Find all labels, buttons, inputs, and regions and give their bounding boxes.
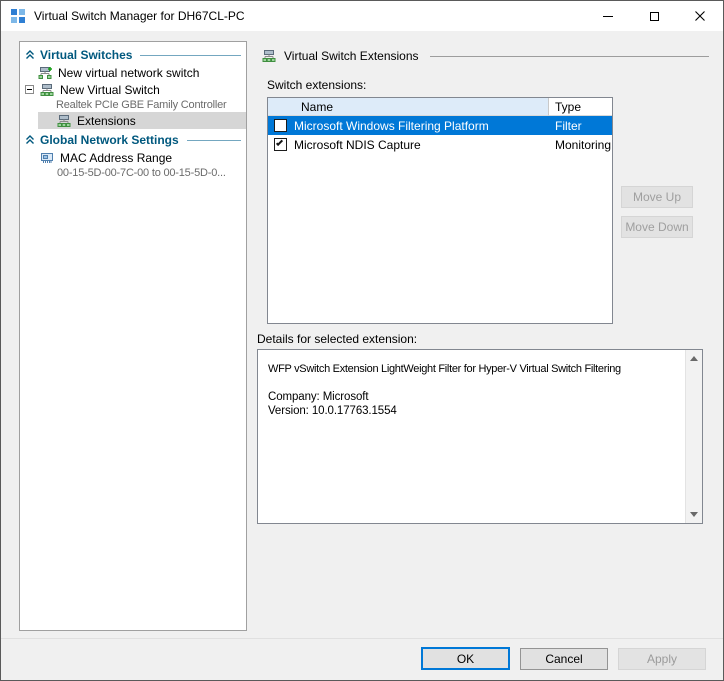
mac-chip-icon (39, 150, 55, 166)
virtual-switch-icon (261, 48, 277, 64)
table-cell-name: Microsoft NDIS Capture (268, 138, 549, 152)
main-header-title: Virtual Switch Extensions (284, 49, 419, 63)
details-scrollbar[interactable] (685, 350, 702, 523)
table-row[interactable]: Microsoft Windows Filtering Platform Fil… (268, 116, 612, 135)
header-rule (430, 56, 709, 57)
titlebar: Virtual Switch Manager for DH67CL-PC (1, 1, 723, 31)
extension-version: Version: 10.0.17763.1554 (268, 404, 681, 418)
extension-type: Filter (549, 119, 612, 133)
details-content: WFP vSwitch Extension LightWeight Filter… (258, 350, 685, 523)
move-down-button[interactable]: Move Down (621, 216, 693, 238)
extension-name: Microsoft Windows Filtering Platform (294, 119, 489, 133)
checkbox-checked[interactable] (274, 138, 287, 151)
section-global-network-settings[interactable]: Global Network Settings (20, 131, 246, 149)
sidebar-item-label: New Virtual Switch (60, 83, 160, 97)
sidebar-item-label: MAC Address Range (60, 151, 172, 165)
extension-name: Microsoft NDIS Capture (294, 138, 421, 152)
window-controls (585, 1, 723, 31)
maximize-button[interactable] (631, 1, 677, 31)
sidebar-item-sublabel[interactable]: 00-15-5D-00-7C-00 to 00-15-5D-0... (20, 166, 246, 180)
checkbox-unchecked[interactable] (274, 119, 287, 132)
section-rule (140, 55, 241, 56)
switch-extensions-label: Switch extensions: (267, 78, 366, 92)
section-label: Global Network Settings (40, 133, 179, 147)
extension-description: WFP vSwitch Extension LightWeight Filter… (268, 362, 681, 376)
footer-separator (1, 638, 723, 639)
sidebar-item-label: New virtual network switch (58, 66, 199, 80)
minimize-icon (603, 16, 613, 17)
column-header-type[interactable]: Type (549, 98, 612, 116)
scroll-up-button[interactable] (686, 350, 702, 367)
main-panel-header: Virtual Switch Extensions (261, 47, 709, 65)
sidebar-item-extensions[interactable]: Extensions (38, 112, 246, 129)
virtual-switch-icon (39, 82, 55, 98)
ok-button[interactable]: OK (421, 647, 510, 670)
apply-button[interactable]: Apply (618, 648, 706, 670)
virtual-switch-icon (56, 113, 72, 129)
section-label: Virtual Switches (40, 48, 132, 62)
extension-company: Company: Microsoft (268, 390, 681, 404)
sidebar-item-mac-address-range[interactable]: MAC Address Range (20, 149, 246, 166)
sidebar-item-new-virtual-switch[interactable]: New Virtual Switch (20, 81, 246, 98)
check-icon (276, 139, 283, 146)
extensions-table: Name Type Microsoft Windows Filtering Pl… (267, 97, 613, 324)
table-cell-name: Microsoft Windows Filtering Platform (268, 119, 549, 133)
section-virtual-switches[interactable]: Virtual Switches (20, 46, 246, 64)
maximize-icon (650, 12, 659, 21)
scroll-down-button[interactable] (686, 506, 702, 523)
extension-type: Monitoring (549, 138, 612, 152)
expander-minus-icon[interactable] (25, 85, 34, 94)
table-row[interactable]: Microsoft NDIS Capture Monitoring (268, 135, 612, 154)
minimize-button[interactable] (585, 1, 631, 31)
sidebar-item-sublabel[interactable]: Realtek PCIe GBE Family Controller (20, 98, 246, 112)
details-label: Details for selected extension: (257, 332, 417, 346)
column-header-name[interactable]: Name (268, 98, 549, 116)
arrow-up-icon (690, 356, 698, 361)
sidebar-item-label: Extensions (77, 114, 136, 128)
section-rule (187, 140, 241, 141)
close-icon (694, 10, 706, 22)
close-button[interactable] (677, 1, 723, 31)
window-title: Virtual Switch Manager for DH67CL-PC (34, 9, 245, 23)
virtual-switch-add-icon (37, 65, 53, 81)
move-up-button[interactable]: Move Up (621, 186, 693, 208)
virtual-switch-manager-window: Virtual Switch Manager for DH67CL-PC Vir… (0, 0, 724, 681)
sidebar-item-new-virtual-network-switch[interactable]: New virtual network switch (20, 64, 246, 81)
collapse-chevrons-icon (25, 135, 35, 145)
app-icon (10, 8, 26, 24)
details-box: WFP vSwitch Extension LightWeight Filter… (257, 349, 703, 524)
table-header-row: Name Type (268, 98, 612, 116)
sidebar: Virtual Switches New virtual network swi… (19, 41, 247, 631)
cancel-button[interactable]: Cancel (520, 648, 608, 670)
arrow-down-icon (690, 512, 698, 517)
collapse-chevrons-icon (25, 50, 35, 60)
